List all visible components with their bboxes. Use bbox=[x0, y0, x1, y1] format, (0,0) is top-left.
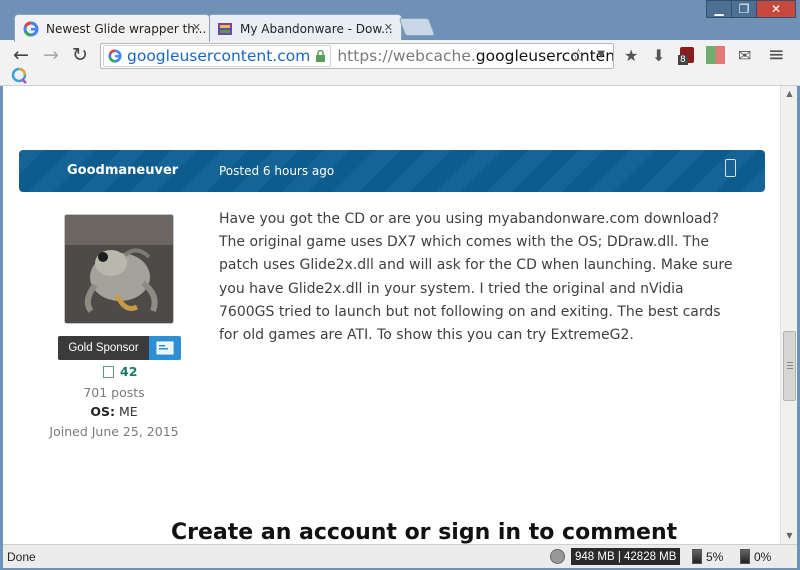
back-button[interactable]: ← bbox=[9, 44, 33, 66]
origin-chip-text: googleusercontent.com bbox=[127, 47, 311, 65]
cpu-bar-icon bbox=[740, 549, 750, 564]
flag-extension-icon[interactable] bbox=[706, 46, 725, 64]
os-value: ME bbox=[118, 404, 138, 419]
cpu-value-2: 0% bbox=[754, 549, 772, 564]
badge-card-icon bbox=[149, 336, 181, 360]
reload-button[interactable]: ↻ bbox=[68, 44, 92, 66]
adblock-extension-icon[interactable]: 8 bbox=[678, 47, 694, 65]
scroll-down-button[interactable]: ▼ bbox=[781, 528, 798, 544]
status-text: Done bbox=[7, 550, 36, 564]
share-icon[interactable] bbox=[725, 159, 736, 177]
download-icon[interactable]: ⬇ bbox=[652, 46, 665, 65]
omnibox-dropdown-icon[interactable]: ▼ bbox=[597, 49, 605, 60]
google-g-icon bbox=[23, 20, 39, 37]
avatar[interactable] bbox=[64, 214, 174, 324]
memory-icon bbox=[550, 549, 565, 564]
vertical-scrollbar[interactable]: ▲ ▼ bbox=[780, 86, 797, 544]
abandonware-icon bbox=[218, 22, 232, 35]
bookmarks-star-icon[interactable]: ★ bbox=[624, 46, 638, 65]
lock-icon bbox=[316, 49, 326, 62]
new-tab-button[interactable] bbox=[398, 18, 436, 36]
os-label: OS: bbox=[90, 404, 115, 419]
chrome-menu-icon[interactable]: ≡ bbox=[768, 42, 785, 66]
reputation-icon bbox=[103, 365, 114, 378]
google-g-icon bbox=[108, 49, 122, 63]
gold-sponsor-badge: Gold Sponsor bbox=[58, 336, 181, 360]
reputation: 42 bbox=[103, 364, 137, 379]
reputation-count: 42 bbox=[120, 364, 138, 379]
cpu-usage-1: 5% bbox=[692, 549, 723, 564]
extension-badge: 8 bbox=[678, 55, 688, 65]
post-timestamp: Posted 6 hours ago bbox=[219, 164, 335, 178]
status-bar: Done 948 MB | 42828 MB 5% 0% bbox=[3, 544, 797, 568]
maximize-button[interactable]: ❐ bbox=[731, 0, 757, 18]
post-count: 701 posts bbox=[83, 385, 145, 400]
minimize-button[interactable]: ▁ bbox=[706, 0, 732, 18]
forward-button[interactable]: → bbox=[39, 44, 63, 66]
os-info: OS: ME bbox=[19, 404, 209, 419]
window-frame-left bbox=[0, 86, 3, 570]
cpu-value-1: 5% bbox=[706, 549, 724, 564]
url-prefix: https://webcache. bbox=[337, 47, 476, 65]
cpu-usage-2: 0% bbox=[740, 549, 771, 564]
close-window-button[interactable]: ✕ bbox=[756, 0, 796, 18]
badge-label: Gold Sponsor bbox=[58, 336, 149, 360]
frog-avatar-image bbox=[65, 215, 173, 323]
title-bar: Newest Glide wrapper th... ✕ My Abandonw… bbox=[0, 0, 800, 42]
joined-date: Joined June 25, 2015 bbox=[49, 424, 179, 439]
memory-usage: 948 MB | 42828 MB bbox=[571, 548, 681, 565]
scroll-up-button[interactable]: ▲ bbox=[781, 86, 798, 102]
mail-icon[interactable]: ✉ bbox=[738, 46, 751, 65]
scrollbar-thumb[interactable] bbox=[783, 331, 796, 401]
url-host: googleusercontent. bbox=[475, 47, 614, 65]
create-account-heading: Create an account or sign in to comment bbox=[171, 520, 678, 544]
tab-close-icon[interactable]: ✕ bbox=[192, 21, 201, 34]
page-content: Goodmaneuver Posted 6 hours ago Gold Spo… bbox=[3, 86, 780, 544]
post-header: Goodmaneuver Posted 6 hours ago bbox=[19, 150, 765, 192]
bookmark-star-icon[interactable]: ☆ bbox=[570, 45, 587, 67]
tab-title: Newest Glide wrapper th... bbox=[46, 21, 207, 36]
origin-chip[interactable]: googleusercontent.com bbox=[103, 45, 332, 67]
tab-title: My Abandonware - Dow... bbox=[240, 21, 393, 36]
tab-glide-wrapper[interactable]: Newest Glide wrapper th... ✕ bbox=[14, 14, 210, 42]
tab-close-icon[interactable]: ✕ bbox=[384, 21, 393, 34]
app-launcher-icon[interactable] bbox=[10, 66, 28, 84]
browser-toolbar: ← → ↻ googleusercontent.com https://webc… bbox=[0, 40, 800, 86]
post-body: Have you got the CD or are you using mya… bbox=[219, 211, 733, 344]
address-bar[interactable]: googleusercontent.com https://webcache.g… bbox=[100, 43, 614, 69]
cpu-bar-icon bbox=[692, 549, 702, 564]
tab-my-abandonware[interactable]: My Abandonware - Dow... ✕ bbox=[208, 14, 402, 42]
author-name[interactable]: Goodmaneuver bbox=[67, 163, 178, 178]
